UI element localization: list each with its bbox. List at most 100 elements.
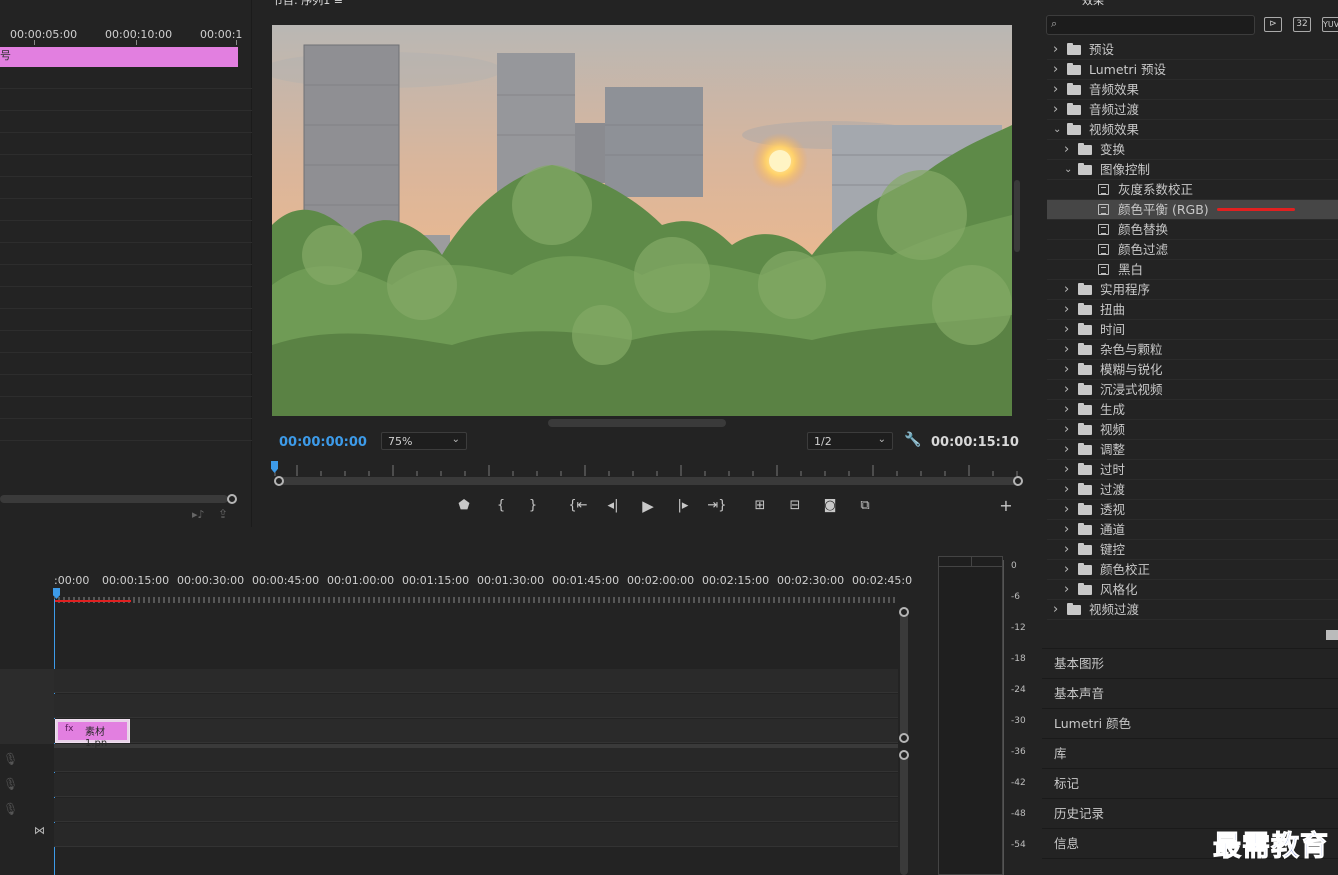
- timeline-v-scrollbar-upper[interactable]: [900, 612, 908, 738]
- effects-tree-item[interactable]: › 视频过渡: [1047, 600, 1338, 620]
- zoom-select[interactable]: 75% ⌄: [381, 432, 467, 450]
- video-track-3[interactable]: [54, 669, 898, 693]
- step-back-icon[interactable]: ◂|: [602, 496, 624, 516]
- chevron-right-icon[interactable]: ›: [1064, 460, 1069, 480]
- effects-tree-item[interactable]: › 时间: [1047, 320, 1338, 340]
- program-zoom-handle-right[interactable]: [1013, 476, 1023, 486]
- program-v-scrollbar[interactable]: [1014, 180, 1020, 252]
- effects-tree-item[interactable]: 颜色平衡 (RGB): [1047, 200, 1338, 220]
- program-zoom-handle-left[interactable]: [274, 476, 284, 486]
- chevron-right-icon[interactable]: ›: [1053, 60, 1058, 80]
- comparison-view-icon[interactable]: ⧉: [854, 496, 876, 516]
- export-icon[interactable]: ⇪: [218, 507, 228, 521]
- audio-track-1[interactable]: [54, 748, 898, 772]
- effects-tree-item[interactable]: › 杂色与颗粒: [1047, 340, 1338, 360]
- effects-tree-item[interactable]: › 过时: [1047, 460, 1338, 480]
- new-bin-icon[interactable]: [1326, 630, 1338, 640]
- effects-tree-item[interactable]: › 预设: [1047, 40, 1338, 60]
- resolution-select[interactable]: 1/2 ⌄: [807, 432, 893, 450]
- chevron-right-icon[interactable]: ›: [1064, 480, 1069, 500]
- chevron-down-icon[interactable]: ⌄: [1064, 160, 1072, 180]
- wrench-icon[interactable]: 🔧: [904, 432, 921, 448]
- extract-icon[interactable]: ⊟: [784, 496, 806, 516]
- chevron-right-icon[interactable]: ›: [1064, 520, 1069, 540]
- effects-tree-item[interactable]: › 键控: [1047, 540, 1338, 560]
- master-track-icon[interactable]: ⋈: [34, 824, 45, 837]
- effects-tree-item[interactable]: › 生成: [1047, 400, 1338, 420]
- chevron-right-icon[interactable]: ›: [1064, 320, 1069, 340]
- chevron-right-icon[interactable]: ›: [1064, 280, 1069, 300]
- panel-markers[interactable]: 标记: [1042, 768, 1338, 797]
- go-to-out-icon[interactable]: ⇥}: [706, 496, 728, 516]
- effects-tree-item[interactable]: ⌄ 视频效果: [1047, 120, 1338, 140]
- scroll-handle-mid[interactable]: [899, 733, 909, 743]
- chevron-right-icon[interactable]: ›: [1064, 420, 1069, 440]
- chevron-right-icon[interactable]: ›: [1064, 140, 1069, 160]
- yuv-badge[interactable]: YUV: [1322, 17, 1338, 32]
- chevron-right-icon[interactable]: ›: [1064, 580, 1069, 600]
- timeline-clip[interactable]: fx 素材1.pn: [55, 719, 130, 749]
- program-mini-ruler[interactable]: [272, 461, 1018, 476]
- source-scrollbar[interactable]: [0, 495, 228, 503]
- effects-tree-item[interactable]: › 过渡: [1047, 480, 1338, 500]
- panel-lumetri-color[interactable]: Lumetri 颜色: [1042, 708, 1338, 737]
- effects-tree-item[interactable]: 灰度系数校正: [1047, 180, 1338, 200]
- effects-tree-item[interactable]: › 沉浸式视频: [1047, 380, 1338, 400]
- chevron-down-icon[interactable]: ⌄: [1053, 120, 1061, 140]
- effects-tree-item[interactable]: › 通道: [1047, 520, 1338, 540]
- panel-essential-sound[interactable]: 基本声音: [1042, 678, 1338, 707]
- play-icon[interactable]: ▶: [637, 496, 659, 516]
- effects-tree-item[interactable]: › 音频效果: [1047, 80, 1338, 100]
- add-button-icon[interactable]: +: [995, 496, 1017, 516]
- effects-tree-item[interactable]: › 颜色校正: [1047, 560, 1338, 580]
- audio-track-3[interactable]: [54, 798, 898, 822]
- microphone-icon[interactable]: 🎙: [3, 777, 18, 791]
- panel-essential-graphics[interactable]: 基本图形: [1042, 648, 1338, 677]
- effects-tree-item[interactable]: › 变换: [1047, 140, 1338, 160]
- chevron-right-icon[interactable]: ›: [1053, 40, 1058, 60]
- accelerated-effects-icon[interactable]: ⊳: [1264, 17, 1282, 32]
- program-timecode-in[interactable]: 00:00:00:00: [279, 435, 367, 450]
- chevron-right-icon[interactable]: ›: [1064, 560, 1069, 580]
- timeline-v-scrollbar-lower[interactable]: [900, 755, 908, 875]
- chevron-right-icon[interactable]: ›: [1064, 380, 1069, 400]
- chevron-right-icon[interactable]: ›: [1064, 360, 1069, 380]
- mark-in-icon[interactable]: {: [490, 496, 512, 516]
- source-scroll-handle[interactable]: [227, 494, 237, 504]
- microphone-icon[interactable]: 🎙: [3, 752, 18, 766]
- chevron-right-icon[interactable]: ›: [1053, 600, 1058, 620]
- chevron-right-icon[interactable]: ›: [1053, 80, 1058, 100]
- chevron-right-icon[interactable]: ›: [1064, 440, 1069, 460]
- audio-dragger-icon[interactable]: ▸♪: [192, 508, 205, 521]
- chevron-right-icon[interactable]: ›: [1064, 540, 1069, 560]
- effects-tree-item[interactable]: 黑白: [1047, 260, 1338, 280]
- effects-tree-item[interactable]: › 模糊与锐化: [1047, 360, 1338, 380]
- effects-tree-item[interactable]: › 实用程序: [1047, 280, 1338, 300]
- program-title[interactable]: 节目: 序列1 ≡: [272, 0, 343, 8]
- effects-tree-item[interactable]: › 透视: [1047, 500, 1338, 520]
- panel-history[interactable]: 历史记录: [1042, 798, 1338, 827]
- chevron-right-icon[interactable]: ›: [1064, 400, 1069, 420]
- chevron-right-icon[interactable]: ›: [1064, 500, 1069, 520]
- lift-icon[interactable]: ⊞: [749, 496, 771, 516]
- scroll-handle-top[interactable]: [899, 607, 909, 617]
- effects-tree-item[interactable]: › 调整: [1047, 440, 1338, 460]
- audio-track-master[interactable]: [54, 823, 898, 847]
- scroll-handle-lower[interactable]: [899, 750, 909, 760]
- 32bit-badge[interactable]: 32: [1293, 17, 1311, 32]
- video-track-1[interactable]: [54, 719, 898, 743]
- microphone-icon[interactable]: 🎙: [3, 802, 18, 816]
- work-area-bar[interactable]: [54, 600, 131, 602]
- chevron-right-icon[interactable]: ›: [1064, 300, 1069, 320]
- go-to-in-icon[interactable]: {⇤: [567, 496, 589, 516]
- effects-tree-item[interactable]: 颜色过滤: [1047, 240, 1338, 260]
- timeline-ruler[interactable]: [53, 588, 898, 603]
- effects-title[interactable]: 效果: [1082, 0, 1104, 8]
- effects-tree-item[interactable]: 颜色替换: [1047, 220, 1338, 240]
- effects-tree-item[interactable]: › 音频过渡: [1047, 100, 1338, 120]
- marker-icon[interactable]: ⬟: [453, 496, 475, 516]
- effects-tree-item[interactable]: › Lumetri 预设: [1047, 60, 1338, 80]
- program-zoom-bar[interactable]: [279, 477, 1019, 485]
- panel-libraries[interactable]: 库: [1042, 738, 1338, 767]
- effects-tree-item[interactable]: › 扭曲: [1047, 300, 1338, 320]
